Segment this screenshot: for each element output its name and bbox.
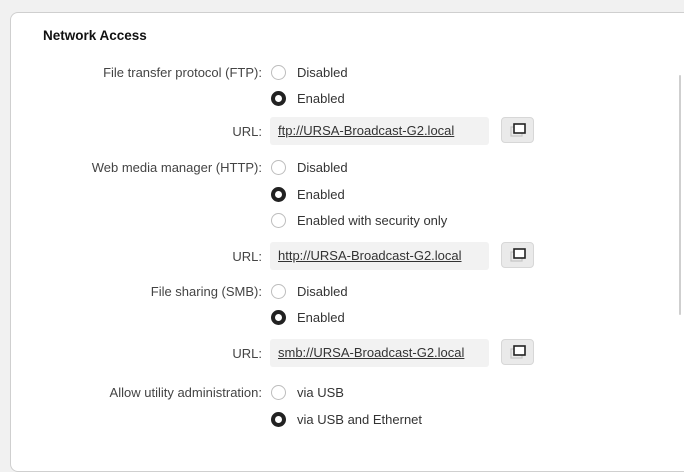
ftp-enabled-label: Enabled: [297, 91, 345, 106]
ftp-url-link[interactable]: ftp://URSA-Broadcast-G2.local: [270, 117, 489, 145]
ftp-disabled-row: File transfer protocol (FTP): Disabled: [0, 61, 684, 87]
http-disabled-label: Disabled: [297, 160, 348, 175]
radio-circle: [271, 412, 286, 427]
smb-enabled-radio[interactable]: Enabled: [271, 310, 345, 325]
http-secure-row: Enabled with security only: [0, 209, 684, 235]
smb-disabled-radio[interactable]: Disabled: [271, 284, 348, 299]
smb-disabled-label: Disabled: [297, 284, 348, 299]
http-secure-radio[interactable]: Enabled with security only: [271, 213, 447, 228]
radio-circle: [271, 187, 286, 202]
ftp-enabled-row: Enabled: [0, 87, 684, 113]
smb-enabled-label: Enabled: [297, 310, 345, 325]
http-disabled-row: Web media manager (HTTP): Disabled: [0, 156, 684, 182]
smb-url-link[interactable]: smb://URSA-Broadcast-G2.local: [270, 339, 489, 367]
radio-circle: [271, 160, 286, 175]
copy-icon: [510, 345, 526, 359]
http-secure-label: Enabled with security only: [297, 213, 448, 228]
http-enabled-label: Enabled: [297, 187, 345, 202]
ftp-label: File transfer protocol (FTP):: [103, 65, 262, 80]
smb-enabled-row: Enabled: [0, 306, 684, 332]
radio-circle: [271, 284, 286, 299]
utility-ethernet-radio[interactable]: via USB and Ethernet: [271, 412, 422, 427]
http-url-row: URL: http://URSA-Broadcast-G2.local: [0, 242, 684, 271]
http-enabled-row: Enabled: [0, 183, 684, 209]
section-title: Network Access: [43, 28, 147, 43]
radio-circle: [271, 385, 286, 400]
smb-copy-button[interactable]: [501, 339, 534, 365]
utility-ethernet-row: via USB and Ethernet: [0, 408, 684, 434]
ftp-disabled-radio[interactable]: Disabled: [271, 65, 348, 80]
smb-url-label: URL:: [232, 346, 262, 361]
utility-label: Allow utility administration:: [109, 385, 262, 400]
radio-circle: [271, 310, 286, 325]
http-url-label: URL:: [232, 249, 262, 264]
copy-icon: [510, 123, 526, 137]
utility-ethernet-label: via USB and Ethernet: [297, 412, 423, 427]
ftp-copy-button[interactable]: [501, 117, 534, 143]
smb-disabled-row: File sharing (SMB): Disabled: [0, 280, 684, 306]
copy-icon: [510, 248, 526, 262]
http-url-link[interactable]: http://URSA-Broadcast-G2.local: [270, 242, 489, 270]
ftp-url-label: URL:: [232, 124, 262, 139]
utility-usb-row: Allow utility administration: via USB: [0, 381, 684, 407]
http-copy-button[interactable]: [501, 242, 534, 268]
utility-usb-radio[interactable]: via USB: [271, 385, 344, 400]
ftp-enabled-radio[interactable]: Enabled: [271, 91, 345, 106]
radio-circle: [271, 65, 286, 80]
ftp-url-row: URL: ftp://URSA-Broadcast-G2.local: [0, 117, 684, 146]
utility-usb-label: via USB: [297, 385, 344, 400]
http-disabled-radio[interactable]: Disabled: [271, 160, 348, 175]
radio-circle: [271, 91, 286, 106]
smb-url-row: URL: smb://URSA-Broadcast-G2.local: [0, 339, 684, 368]
radio-circle: [271, 213, 286, 228]
ftp-disabled-label: Disabled: [297, 65, 348, 80]
http-label: Web media manager (HTTP):: [91, 160, 262, 175]
smb-label: File sharing (SMB):: [150, 284, 262, 299]
http-enabled-radio[interactable]: Enabled: [271, 187, 345, 202]
